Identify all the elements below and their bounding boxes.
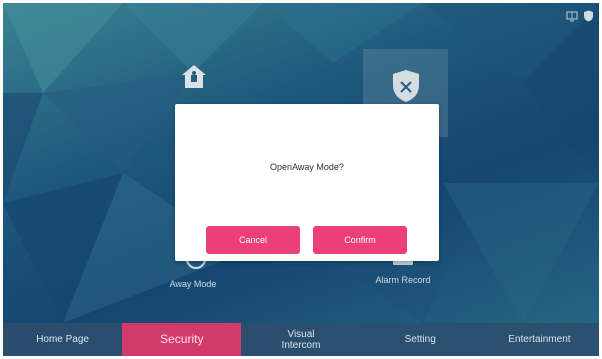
confirm-dialog: OpenAway Mode? Cancel Confirm <box>175 104 439 261</box>
nav-label: Security <box>160 332 204 346</box>
confirm-button[interactable]: Confirm <box>313 226 407 254</box>
dialog-message: OpenAway Mode? <box>270 162 344 172</box>
nav-setting[interactable]: Setting <box>361 323 480 356</box>
nav-visual-intercom[interactable]: Visual Intercom <box>241 323 360 356</box>
nav-label: Visual Intercom <box>281 328 321 351</box>
nav-security[interactable]: Security <box>122 323 242 356</box>
nav-label: Home Page <box>36 334 89 345</box>
cancel-button[interactable]: Cancel <box>206 226 300 254</box>
nav-label: Setting <box>404 334 436 345</box>
nav-entertainment[interactable]: Entertainment <box>480 323 599 356</box>
nav-home-page[interactable]: Home Page <box>3 323 122 356</box>
nav-label: Entertainment <box>508 334 571 345</box>
screen: Away Mode Alarm Record OpenAway Mode? Ca… <box>3 3 599 356</box>
bottom-nav: Home Page Security Visual Intercom Setti… <box>3 323 599 356</box>
